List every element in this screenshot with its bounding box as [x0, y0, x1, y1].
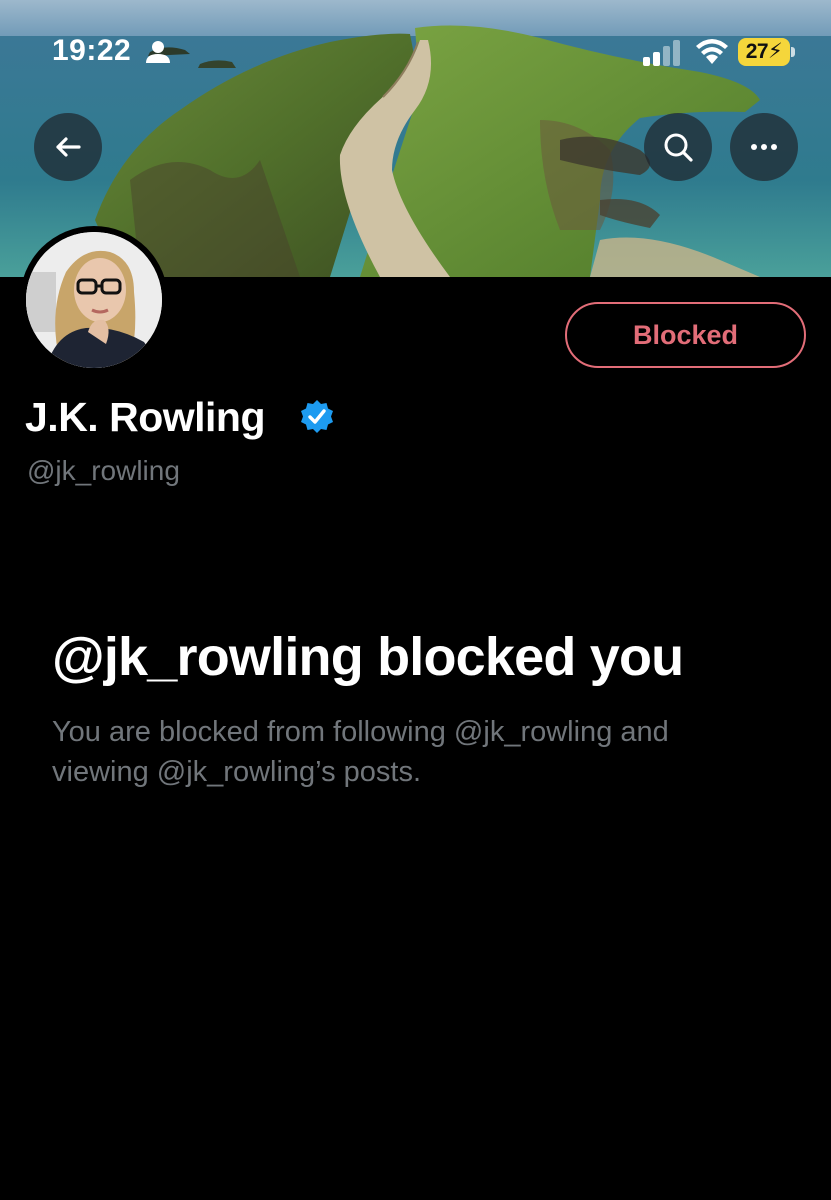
avatar-portrait-illustration	[26, 232, 162, 368]
search-icon	[664, 133, 693, 162]
wifi-icon	[696, 39, 728, 64]
blocked-button[interactable]: Blocked	[565, 302, 806, 368]
battery-cap	[791, 47, 795, 57]
back-arrow-icon	[56, 137, 81, 157]
profile-display-name: J.K. Rowling	[25, 394, 266, 440]
profile-screen: 19:22 27⚡ Blocked J.K. Rowling @jk_rowli…	[0, 0, 831, 1200]
status-time: 19:22	[52, 34, 132, 67]
avatar[interactable]	[26, 232, 162, 368]
charging-bolt-icon: ⚡	[768, 40, 783, 63]
battery-level: 27⚡	[742, 40, 786, 64]
status-bar: 19:22 27⚡	[0, 0, 831, 100]
signal-icon	[643, 40, 680, 66]
battery-level-text: 27	[745, 40, 769, 63]
blocked-notice-title: @jk_rowling blocked you	[52, 627, 684, 687]
verified-badge-icon[interactable]	[298, 398, 336, 436]
blocked-notice-description: You are blocked from following @jk_rowli…	[52, 716, 669, 788]
back-button[interactable]	[34, 113, 102, 181]
person-icon	[146, 41, 170, 63]
profile-handle: @jk_rowling	[27, 455, 180, 486]
search-button[interactable]	[644, 113, 712, 181]
more-options-icon	[751, 144, 777, 150]
more-options-button[interactable]	[730, 113, 798, 181]
battery-charging-icon: 27⚡	[738, 38, 796, 66]
